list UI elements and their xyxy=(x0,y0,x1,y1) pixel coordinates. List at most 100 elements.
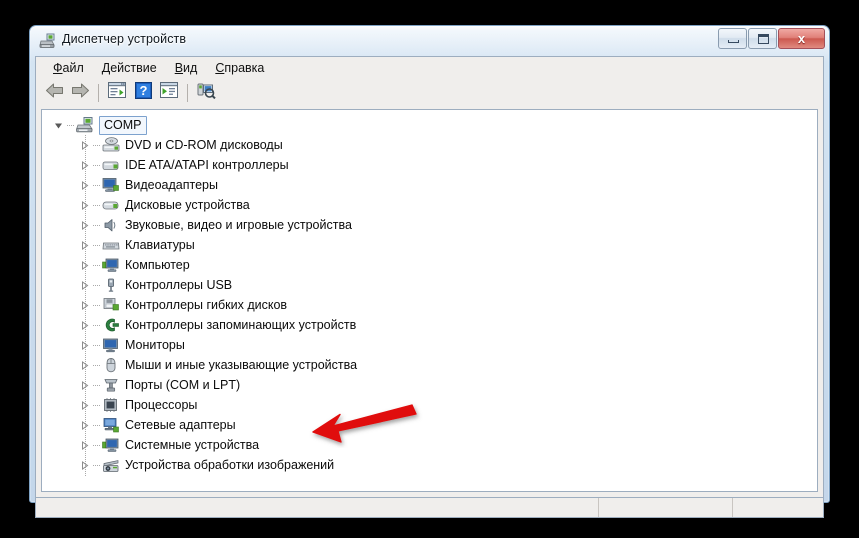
tree-item-label: IDE ATA/ATAPI контроллеры xyxy=(125,158,289,172)
title-bar[interactable]: Диспетчер устройств x xyxy=(30,26,829,56)
device-manager-window: Диспетчер устройств x Файл Действие Вид xyxy=(29,25,830,518)
tree-connector xyxy=(93,204,101,206)
properties-window-icon xyxy=(108,82,126,103)
expand-triangle-icon[interactable] xyxy=(78,134,91,156)
imaging-device-icon xyxy=(102,457,120,474)
expand-triangle-icon[interactable] xyxy=(78,354,91,376)
tree-item-label: Клавиатуры xyxy=(125,238,195,252)
monitor-icon xyxy=(102,337,120,354)
collapse-triangle-icon[interactable] xyxy=(52,119,65,132)
tree-item-dvd[interactable]: DVD и CD-ROM дисководы xyxy=(42,134,817,156)
mouse-icon xyxy=(102,357,120,374)
tree-connector xyxy=(93,424,101,426)
floppy-controller-icon xyxy=(102,297,120,314)
tree-connector xyxy=(67,124,75,126)
tree-item-network-adapters[interactable]: Сетевые адаптеры xyxy=(42,414,817,436)
tree-connector xyxy=(93,384,101,386)
tree-item-processors[interactable]: Процессоры xyxy=(42,394,817,416)
tree-item-imaging-devices[interactable]: Устройства обработки изображений xyxy=(42,454,817,476)
tree-connector xyxy=(93,144,101,146)
update-driver-button[interactable] xyxy=(157,81,181,104)
tree-item-mice[interactable]: Мыши и иные указывающие устройства xyxy=(42,354,817,376)
toolbar-separator-1 xyxy=(98,83,99,102)
tree-item-label: Процессоры xyxy=(125,398,198,412)
tree-item-system-devices[interactable]: Системные устройства xyxy=(42,434,817,456)
tree-connector xyxy=(93,344,101,346)
system-device-icon xyxy=(102,437,120,454)
back-button[interactable] xyxy=(42,81,66,104)
tree-item-floppy-controllers[interactable]: Контроллеры гибких дисков xyxy=(42,294,817,316)
expand-triangle-icon[interactable] xyxy=(78,374,91,396)
tree-item-ports[interactable]: Порты (COM и LPT) xyxy=(42,374,817,396)
tree-item-storage-controllers[interactable]: Контроллеры запоминающих устройств xyxy=(42,314,817,336)
close-button[interactable]: x xyxy=(778,28,825,49)
toolbar-separator-2 xyxy=(187,83,188,102)
window-controls: x xyxy=(717,28,825,49)
scan-hardware-changes-button[interactable] xyxy=(194,81,218,104)
expand-triangle-icon[interactable] xyxy=(78,454,91,476)
menu-item-view[interactable]: Вид xyxy=(166,59,207,77)
status-pane-1 xyxy=(36,498,599,517)
tree-item-label: DVD и CD-ROM дисководы xyxy=(125,138,283,152)
expand-triangle-icon[interactable] xyxy=(78,254,91,276)
maximize-icon xyxy=(758,34,769,44)
tree-item-label: Мыши и иные указывающие устройства xyxy=(125,358,358,372)
expand-triangle-icon[interactable] xyxy=(78,294,91,316)
expand-triangle-icon[interactable] xyxy=(78,214,91,236)
tree-item-label: Контроллеры гибких дисков xyxy=(125,298,288,312)
tree-root-node[interactable]: COMP xyxy=(42,115,817,135)
expand-triangle-icon[interactable] xyxy=(78,314,91,336)
window-play-icon xyxy=(160,82,178,103)
tree-connector xyxy=(93,324,101,326)
menu-bar: Файл Действие Вид Справка xyxy=(36,57,823,79)
tree-item-disk-drives[interactable]: Дисковые устройства xyxy=(42,194,817,216)
expand-triangle-icon[interactable] xyxy=(78,434,91,456)
device-tree-panel[interactable]: COMP DVD и CD-ROM дисководы IDE ATA/ATAP… xyxy=(41,109,818,492)
expand-triangle-icon[interactable] xyxy=(78,394,91,416)
device-manager-icon xyxy=(39,33,56,49)
tree-item-monitors[interactable]: Мониторы xyxy=(42,334,817,356)
dvd-drive-icon xyxy=(102,136,120,154)
expand-triangle-icon[interactable] xyxy=(78,274,91,296)
expand-triangle-icon[interactable] xyxy=(78,334,91,356)
tree-item-label: Видеоадаптеры xyxy=(125,178,218,192)
sound-device-icon xyxy=(102,217,120,234)
menu-item-action[interactable]: Действие xyxy=(93,59,166,77)
forward-button[interactable] xyxy=(68,81,92,104)
tree-connector xyxy=(93,304,101,306)
maximize-button[interactable] xyxy=(748,28,777,49)
disk-drive-icon xyxy=(102,197,120,214)
tree-item-ide[interactable]: IDE ATA/ATAPI контроллеры xyxy=(42,154,817,176)
menu-item-file[interactable]: Файл xyxy=(44,59,93,77)
tree-item-label: Порты (COM и LPT) xyxy=(125,378,241,392)
right-arrow-icon xyxy=(71,83,90,103)
tree-item-display-adapters[interactable]: Видеоадаптеры xyxy=(42,174,817,196)
tree-root-label: COMP xyxy=(99,115,147,135)
minimize-icon xyxy=(728,40,739,43)
expand-triangle-icon[interactable] xyxy=(78,194,91,216)
close-icon: x xyxy=(797,31,806,46)
tree-item-sound-devices[interactable]: Звуковые, видео и игровые устройства xyxy=(42,214,817,236)
menu-item-help[interactable]: Справка xyxy=(206,59,273,77)
expand-triangle-icon[interactable] xyxy=(78,174,91,196)
screen: Диспетчер устройств x Файл Действие Вид xyxy=(0,0,859,538)
network-adapter-icon xyxy=(102,417,120,434)
keyboard-icon xyxy=(102,237,120,254)
tree-item-label: Контроллеры запоминающих устройств xyxy=(125,318,357,332)
window-title: Диспетчер устройств xyxy=(62,32,187,46)
ide-controller-icon xyxy=(102,157,120,174)
expand-triangle-icon[interactable] xyxy=(78,414,91,436)
tree-item-keyboards[interactable]: Клавиатуры xyxy=(42,234,817,256)
properties-button[interactable] xyxy=(105,81,129,104)
tree-item-usb-controllers[interactable]: Контроллеры USB xyxy=(42,274,817,296)
expand-triangle-icon[interactable] xyxy=(78,154,91,176)
tree-connector xyxy=(93,284,101,286)
help-button[interactable]: ? xyxy=(131,81,155,104)
tree-item-computer[interactable]: Компьютер xyxy=(42,254,817,276)
expand-triangle-icon[interactable] xyxy=(78,234,91,256)
tree-connector xyxy=(93,244,101,246)
client-area: Файл Действие Вид Справка ? COMP DVD и C… xyxy=(35,56,824,497)
svg-text:?: ? xyxy=(139,83,147,98)
minimize-button[interactable] xyxy=(718,28,747,49)
processor-icon xyxy=(102,397,120,414)
